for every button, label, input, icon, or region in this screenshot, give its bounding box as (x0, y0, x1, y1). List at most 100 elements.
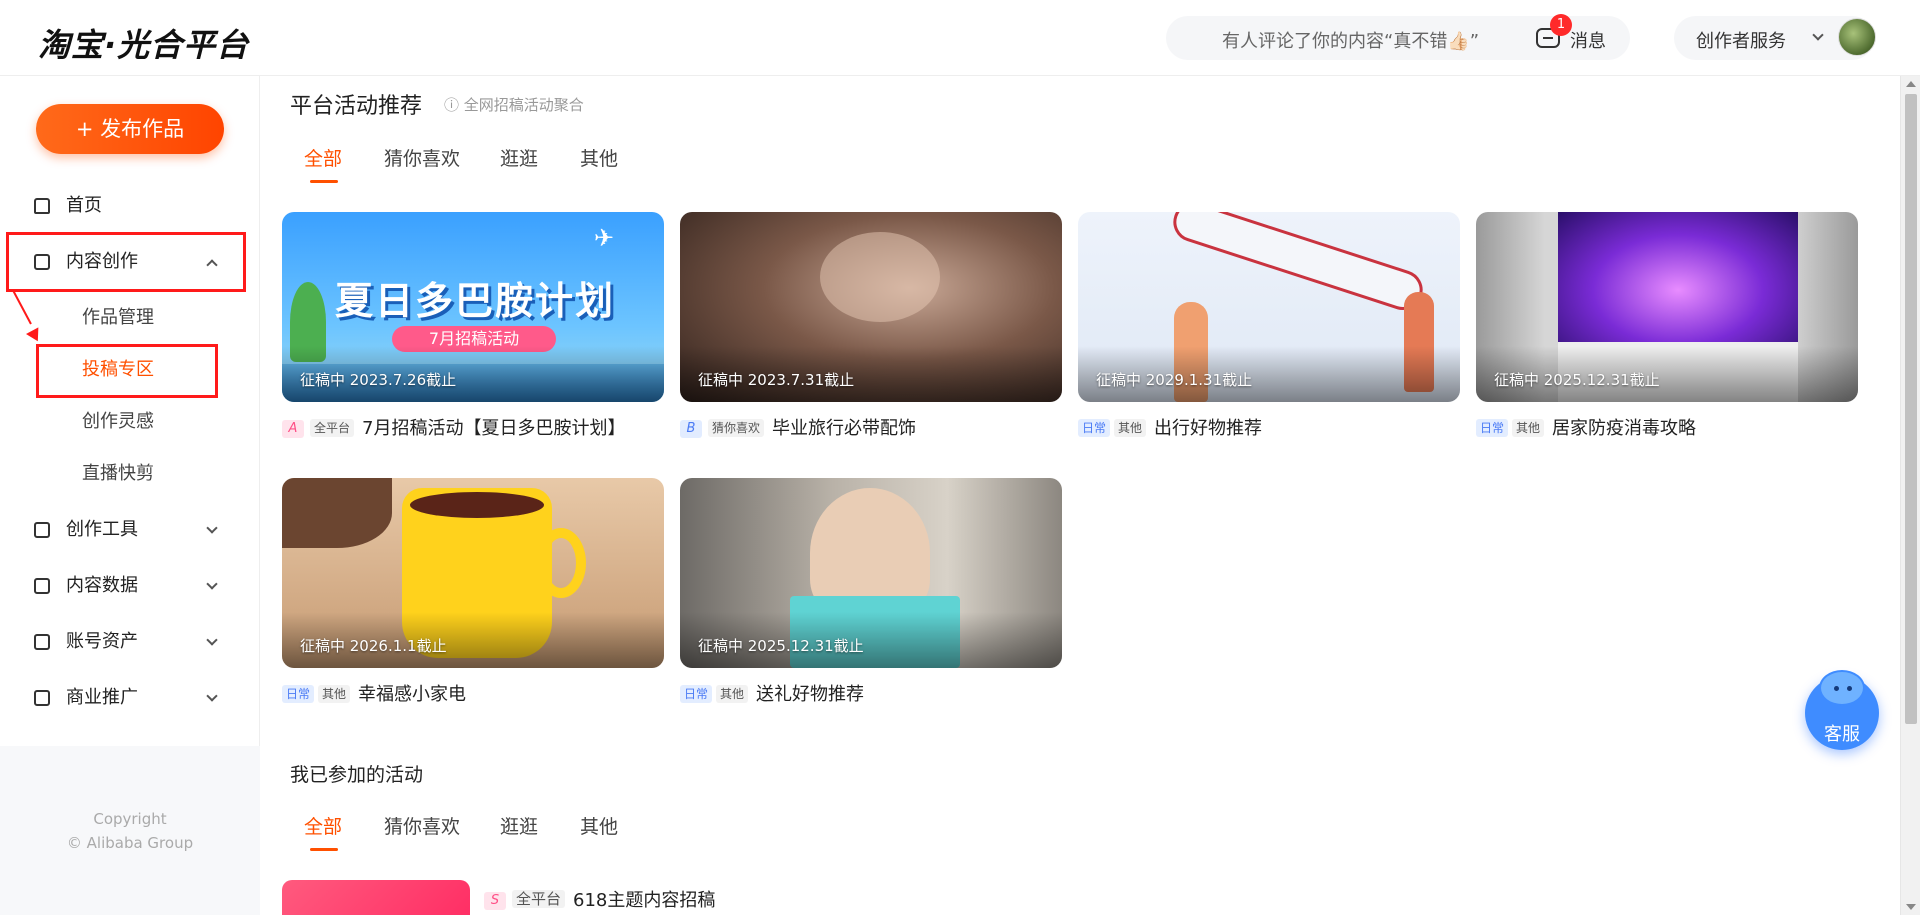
tab-other[interactable]: 其他 (580, 144, 618, 171)
card-caption-5[interactable]: 日常 其他 幸福感小家电 (282, 680, 467, 705)
sidebar: + 发布作品 首页 内容创作 作品管理 投稿专区 创作灵感 直播快剪 创作工具 … (0, 76, 260, 915)
platform-activities-title: 平台活动推荐 (290, 94, 423, 119)
joined-activities-title: 我已参加的活动 (290, 764, 424, 786)
joined-tab-all[interactable]: 全部 (304, 812, 342, 839)
card-title: 送礼好物推荐 (756, 684, 865, 705)
toolbox-icon (34, 522, 50, 538)
tag-scope: 其他 (1512, 419, 1545, 437)
tag-daily: 日常 (282, 685, 315, 703)
sidebar-item-tools[interactable]: 创作工具 (32, 510, 232, 550)
sidebar-subitem-live-clip[interactable]: 直播快剪 (82, 456, 154, 492)
tag-scope: 全平台 (310, 419, 355, 437)
scroll-up-arrow[interactable] (1906, 81, 1916, 87)
sidebar-item-label: 账号资产 (66, 631, 138, 652)
avatar[interactable] (1838, 18, 1876, 56)
joined-activity-thumbnail[interactable] (282, 880, 470, 915)
tag-level: S (484, 892, 506, 910)
activity-card-1[interactable]: 夏日多巴胺计划 7月招稿活动 ✈ 征稿中 2023.7.26截止 (282, 212, 664, 402)
tab-recommended[interactable]: 猜你喜欢 (384, 144, 460, 171)
sidebar-item-promotion[interactable]: 商业推广 (32, 678, 232, 718)
message-label[interactable]: 消息 (1570, 27, 1606, 53)
sidebar-subitem-inspiration[interactable]: 创作灵感 (82, 404, 154, 440)
tab-browse[interactable]: 逛逛 (500, 144, 538, 171)
tag-level: B (680, 420, 702, 438)
sidebar-item-label: 首页 (66, 195, 102, 216)
platform-activities-subtitle[interactable]: ⓘ 全网招稿活动聚合 (444, 94, 584, 115)
joined-activity-caption[interactable]: S 全平台 618主题内容招稿 (484, 886, 715, 911)
activity-card-6[interactable]: 征稿中 2025.12.31截止 (680, 478, 1062, 668)
tag-daily: 日常 (1078, 419, 1111, 437)
activity-card-4[interactable]: 征稿中 2025.12.31截止 (1476, 212, 1858, 402)
sidebar-item-data[interactable]: 内容数据 (32, 566, 232, 606)
card-caption-2[interactable]: B 猜你喜欢 毕业旅行必带配饰 (680, 414, 917, 439)
sidebar-footer: Copyright © Alibaba Group (0, 746, 260, 915)
tag-scope: 猜你喜欢 (708, 419, 765, 437)
copyright-line2: © Alibaba Group (66, 834, 194, 852)
creator-service-label: 创作者服务 (1696, 31, 1786, 52)
card-caption-6[interactable]: 日常 其他 送礼好物推荐 (680, 680, 865, 705)
scroll-thumb[interactable] (1905, 94, 1917, 724)
card-title: 7月招稿活动【夏日多巴胺计划】 (362, 418, 626, 439)
sidebar-item-assets[interactable]: 账号资产 (32, 622, 232, 662)
publish-button[interactable]: + 发布作品 (36, 104, 224, 154)
activity-card-3[interactable]: 征稿中 2029.1.31截止 (1078, 212, 1460, 402)
tag-scope: 其他 (1114, 419, 1147, 437)
joined-tab-recommended[interactable]: 猜你喜欢 (384, 812, 460, 839)
tag-scope: 其他 (318, 685, 351, 703)
airplane-icon: ✈ (594, 224, 615, 252)
scroll-down-arrow[interactable] (1906, 904, 1916, 910)
card-title: 幸福感小家电 (358, 684, 467, 705)
activity-card-2[interactable]: 征稿中 2023.7.31截止 (680, 212, 1062, 402)
notification-text[interactable]: 有人评论了你的内容“真不错👍🏻” (1222, 27, 1479, 53)
tag-scope: 全平台 (512, 890, 566, 908)
sidebar-item-label: 内容数据 (66, 575, 138, 596)
joined-tab-active-underline (310, 848, 338, 851)
highlight-box-content-creation (6, 232, 246, 292)
logo[interactable]: 淘宝·光合平台 (38, 20, 249, 66)
card-title: 毕业旅行必带配饰 (772, 418, 917, 439)
card-status: 征稿中 2023.7.26截止 (300, 371, 457, 389)
airplane-illustration (1168, 212, 1428, 316)
card-status: 征稿中 2023.7.31截止 (698, 371, 855, 389)
card-caption-4[interactable]: 日常 其他 居家防疫消毒攻略 (1476, 414, 1697, 439)
home-icon (34, 198, 50, 214)
tag-scope: 其他 (716, 685, 749, 703)
chart-icon (34, 578, 50, 594)
customer-service-button[interactable]: 客服 (1805, 670, 1879, 750)
banner-title: 夏日多巴胺计划 (334, 279, 615, 323)
mascot-icon (1819, 670, 1865, 706)
sidebar-item-label: 商业推广 (66, 687, 138, 708)
sidebar-item-home[interactable]: 首页 (32, 186, 232, 226)
card-status: 征稿中 2025.12.31截止 (1494, 371, 1660, 389)
card-status: 征稿中 2026.1.1截止 (300, 637, 447, 655)
joined-tab-browse[interactable]: 逛逛 (500, 812, 538, 839)
card-caption-3[interactable]: 日常 其他 出行好物推荐 (1078, 414, 1263, 439)
notification-bar[interactable]: 有人评论了你的内容“真不错👍🏻” 1 消息 (1166, 14, 1630, 60)
card-title: 居家防疫消毒攻略 (1552, 418, 1697, 439)
main-content: 平台活动推荐 ⓘ 全网招稿活动聚合 全部 猜你喜欢 逛逛 其他 夏日多巴胺计划 … (262, 76, 1900, 915)
card-status: 征稿中 2029.1.31截止 (1096, 371, 1253, 389)
virus-illustration (1558, 212, 1798, 342)
photo-decoration (820, 232, 940, 322)
tag-level: A (282, 420, 304, 438)
drink-illustration (410, 492, 544, 518)
joined-tab-other[interactable]: 其他 (580, 812, 618, 839)
chevron-down-icon (206, 690, 218, 702)
message-badge: 1 (1550, 14, 1572, 36)
chevron-down-icon (1812, 29, 1824, 41)
card-caption-1[interactable]: A 全平台 7月招稿活动【夏日多巴胺计划】 (282, 414, 626, 439)
card-title: 出行好物推荐 (1154, 418, 1263, 439)
activity-card-5[interactable]: 征稿中 2026.1.1截止 (282, 478, 664, 668)
copyright-line1: Copyright (93, 810, 167, 828)
tag-daily: 日常 (1476, 419, 1509, 437)
id-card-icon (34, 634, 50, 650)
top-header: 淘宝·光合平台 有人评论了你的内容“真不错👍🏻” 1 消息 创作者服务 (0, 0, 1920, 76)
mug-handle (536, 528, 586, 598)
sidebar-item-label: 创作工具 (66, 519, 138, 540)
tab-all[interactable]: 全部 (304, 144, 342, 171)
sidebar-subitem-works[interactable]: 作品管理 (82, 300, 154, 336)
tab-active-underline (310, 180, 338, 183)
chevron-down-icon (206, 634, 218, 646)
card-status: 征稿中 2025.12.31截止 (698, 637, 864, 655)
vertical-scrollbar[interactable] (1900, 76, 1920, 915)
